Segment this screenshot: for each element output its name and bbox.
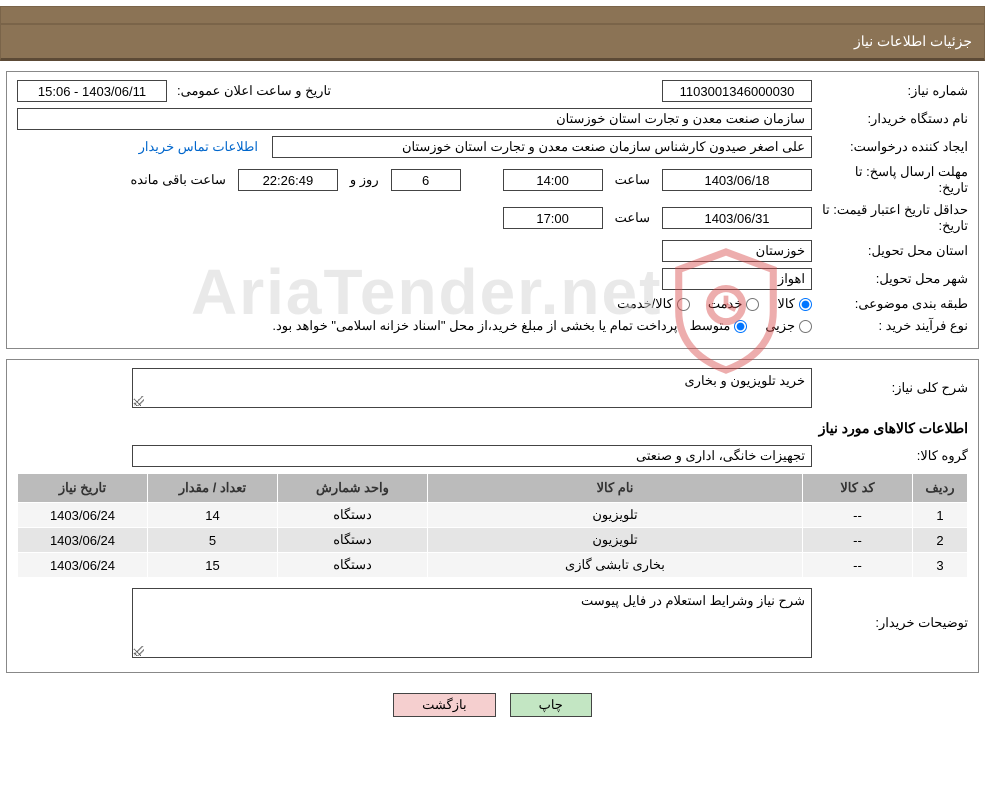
page-title-bar: جزئیات اطلاعات نیاز: [0, 24, 985, 61]
city-label: شهر محل تحویل:: [818, 271, 968, 287]
class-radio-service[interactable]: خدمت: [708, 296, 760, 312]
buyer-org-label: نام دستگاه خریدار:: [818, 111, 968, 127]
need-desc-field: خرید تلویزیون و بخاری: [132, 368, 812, 408]
deadline-label: مهلت ارسال پاسخ: تا تاریخ:: [818, 164, 968, 196]
class-radio-goods-service-input[interactable]: [677, 298, 690, 311]
th-name: نام کالا: [428, 474, 803, 503]
deadline-hour-field: 14:00: [503, 169, 603, 191]
resize-handle-icon[interactable]: [134, 646, 144, 656]
cell-name: تلویزیون: [428, 503, 803, 528]
class-label: طبقه بندی موضوعی:: [818, 296, 968, 312]
cell-date: 1403/06/24: [18, 528, 148, 553]
cell-code: --: [803, 503, 913, 528]
th-code: کد کالا: [803, 474, 913, 503]
top-strip: [0, 6, 985, 24]
buy-type-radio-medium[interactable]: متوسط: [689, 318, 747, 334]
need-no-label: شماره نیاز:: [818, 83, 968, 99]
button-bar: چاپ بازگشت: [0, 683, 985, 727]
items-section-title: اطلاعات کالاهای مورد نیاز: [17, 420, 968, 437]
cell-idx: 1: [913, 503, 968, 528]
min-price-date-field: 1403/06/31: [662, 207, 812, 229]
class-radio-goods[interactable]: کالا: [777, 296, 812, 312]
buy-type-label: نوع فرآیند خرید :: [818, 318, 968, 334]
buyer-contact-link[interactable]: اطلاعات تماس خریدار: [139, 139, 258, 155]
th-date: تاریخ نیاز: [18, 474, 148, 503]
days-left-field: 6: [391, 169, 461, 191]
resize-handle-icon[interactable]: [134, 396, 144, 406]
group-field: تجهیزات خانگی، اداری و صنعتی: [132, 445, 812, 467]
buy-type-note: پرداخت تمام یا بخشی از مبلغ خرید،از محل …: [266, 318, 683, 334]
cell-unit: دستگاه: [278, 553, 428, 578]
day-word: روز و: [344, 172, 385, 188]
cell-qty: 15: [148, 553, 278, 578]
page-title: جزئیات اطلاعات نیاز: [854, 33, 972, 49]
need-items-panel: شرح کلی نیاز: خرید تلویزیون و بخاری اطلا…: [6, 359, 979, 673]
class-radio-service-input[interactable]: [746, 298, 759, 311]
class-radio-goods-input[interactable]: [799, 298, 812, 311]
cell-code: --: [803, 553, 913, 578]
group-label: گروه کالا:: [818, 448, 968, 464]
cell-unit: دستگاه: [278, 528, 428, 553]
buy-type-radio-partial[interactable]: جزیی: [765, 318, 812, 334]
min-price-label: حداقل تاریخ اعتبار قیمت: تا تاریخ:: [818, 202, 968, 234]
need-desc-label: شرح کلی نیاز:: [818, 380, 968, 396]
th-idx: ردیف: [913, 474, 968, 503]
cell-qty: 5: [148, 528, 278, 553]
cell-name: تلویزیون: [428, 528, 803, 553]
announce-label: تاریخ و ساعت اعلان عمومی:: [173, 83, 331, 99]
items-table: ردیف کد کالا نام کالا واحد شمارش تعداد /…: [17, 473, 968, 578]
min-price-hour-field: 17:00: [503, 207, 603, 229]
buyer-note-field: شرح نیاز وشرایط استعلام در فایل پیوست: [132, 588, 812, 658]
buyer-note-label: توضیحات خریدار:: [818, 615, 968, 631]
class-radio-goods-service[interactable]: کالا/خدمت: [617, 296, 690, 312]
table-row: 1--تلویزیوندستگاه141403/06/24: [18, 503, 968, 528]
hour-label-1: ساعت: [609, 172, 656, 188]
buy-type-radio-group: جزیی متوسط: [689, 318, 812, 334]
table-row: 2--تلویزیوندستگاه51403/06/24: [18, 528, 968, 553]
cell-idx: 3: [913, 553, 968, 578]
province-label: استان محل تحویل:: [818, 243, 968, 259]
buy-type-radio-medium-input[interactable]: [734, 320, 747, 333]
countdown-field: 22:26:49: [238, 169, 338, 191]
hour-label-2: ساعت: [609, 210, 656, 226]
cell-idx: 2: [913, 528, 968, 553]
cell-date: 1403/06/24: [18, 553, 148, 578]
city-field: اهواز: [662, 268, 812, 290]
cell-date: 1403/06/24: [18, 503, 148, 528]
remain-label: ساعت باقی مانده: [124, 172, 231, 188]
th-unit: واحد شمارش: [278, 474, 428, 503]
cell-code: --: [803, 528, 913, 553]
deadline-date-field: 1403/06/18: [662, 169, 812, 191]
cell-qty: 14: [148, 503, 278, 528]
province-field: خوزستان: [662, 240, 812, 262]
announce-field: 1403/06/11 - 15:06: [17, 80, 167, 102]
print-button[interactable]: چاپ: [510, 693, 592, 717]
cell-name: بخاری تابشی گازی: [428, 553, 803, 578]
need-details-panel: شماره نیاز: 1103001346000030 تاریخ و ساع…: [6, 71, 979, 349]
buyer-org-field: سازمان صنعت معدن و تجارت استان خوزستان: [17, 108, 812, 130]
class-radio-group: کالا خدمت کالا/خدمت: [617, 296, 812, 312]
cell-unit: دستگاه: [278, 503, 428, 528]
th-qty: تعداد / مقدار: [148, 474, 278, 503]
requester-label: ایجاد کننده درخواست:: [818, 139, 968, 155]
table-row: 3--بخاری تابشی گازیدستگاه151403/06/24: [18, 553, 968, 578]
requester-field: علی اصغر صیدون کارشناس سازمان صنعت معدن …: [272, 136, 812, 158]
need-no-field: 1103001346000030: [662, 80, 812, 102]
buy-type-radio-partial-input[interactable]: [799, 320, 812, 333]
back-button[interactable]: بازگشت: [393, 693, 495, 717]
